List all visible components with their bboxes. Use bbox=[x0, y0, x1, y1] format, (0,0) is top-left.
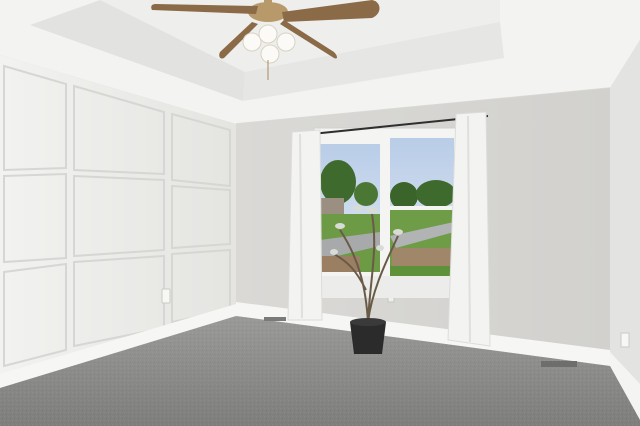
window-sill bbox=[316, 276, 454, 298]
light-bulb-icon bbox=[258, 24, 278, 44]
right-wall bbox=[610, 40, 640, 420]
room-scene bbox=[0, 0, 640, 426]
tree-icon bbox=[354, 182, 378, 206]
plant-pot bbox=[350, 322, 386, 354]
floor-vent-icon bbox=[264, 317, 286, 321]
fence bbox=[392, 248, 454, 266]
tree-icon bbox=[416, 180, 456, 208]
tree-icon bbox=[390, 182, 418, 210]
right-outlet-icon bbox=[620, 332, 630, 348]
window bbox=[313, 127, 461, 298]
window-mullion bbox=[380, 136, 390, 284]
light-bulb-icon bbox=[260, 44, 280, 64]
electrical-outlet-icon bbox=[161, 288, 171, 304]
floor-vent-icon bbox=[541, 361, 577, 367]
light-bulb-icon bbox=[276, 32, 296, 52]
tree-icon bbox=[320, 160, 356, 204]
house-icon bbox=[320, 198, 344, 214]
curtain-left bbox=[287, 129, 323, 321]
pot-rim bbox=[350, 318, 386, 326]
light-bulb-icon bbox=[242, 32, 262, 52]
